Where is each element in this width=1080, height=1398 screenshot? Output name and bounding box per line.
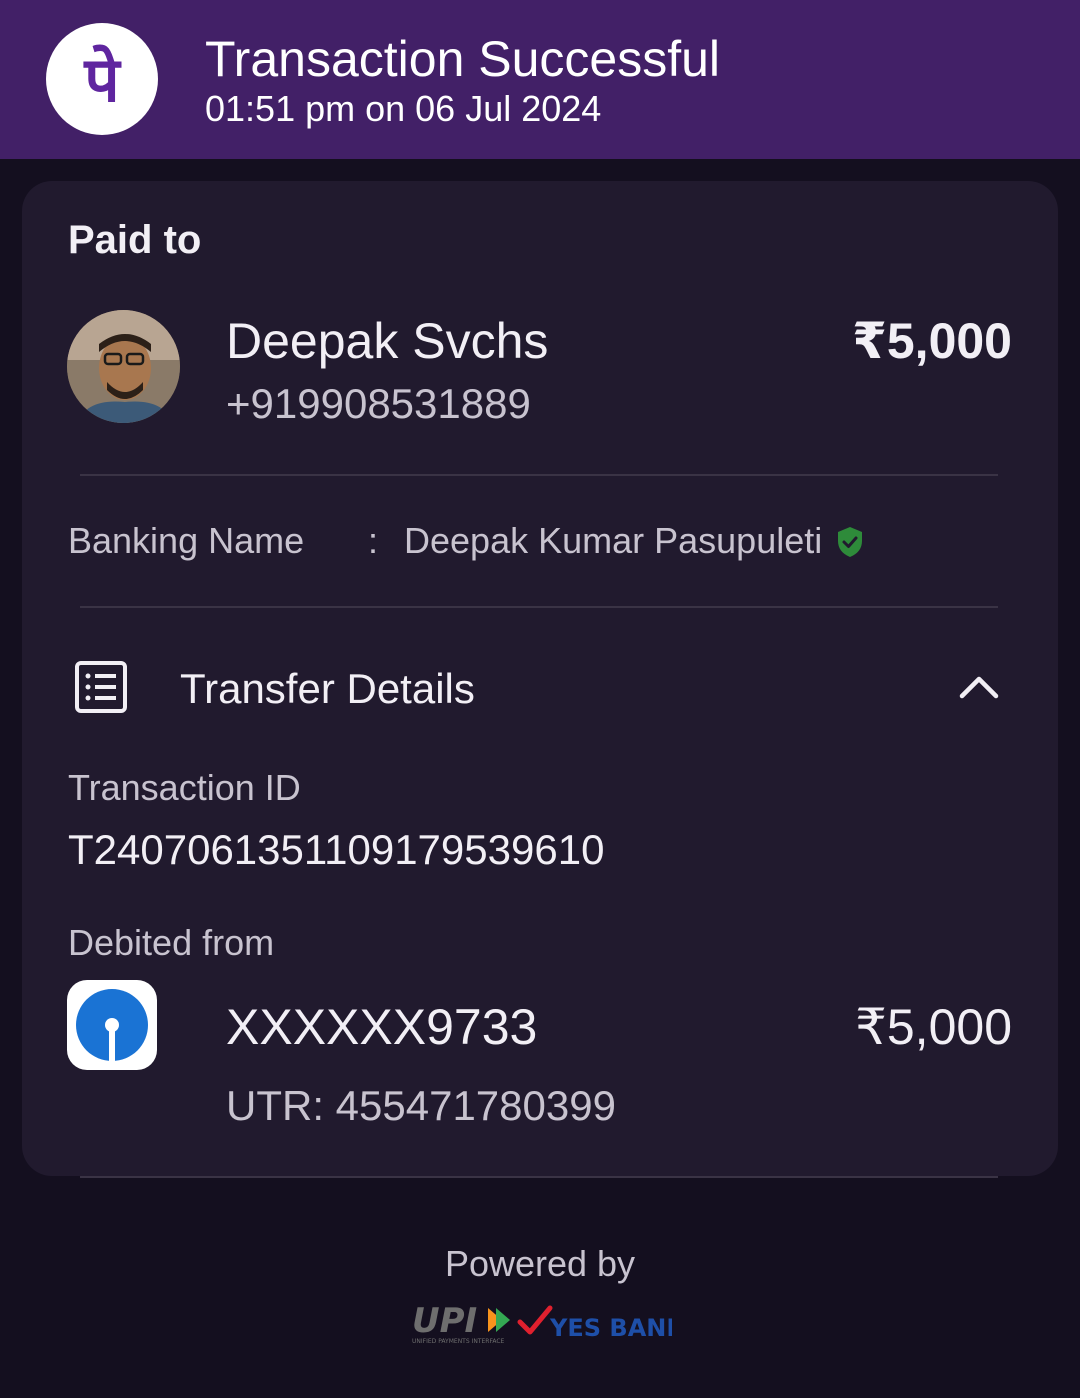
status-timestamp: 01:51 pm on 06 Jul 2024 — [205, 88, 602, 129]
payment-amount: ₹5,000 — [852, 313, 1012, 369]
divider — [80, 1176, 998, 1178]
avatar — [67, 310, 180, 423]
yes-bank-logo-text: YES BANK — [549, 1314, 672, 1342]
upi-tagline: UNIFIED PAYMENTS INTERFACE — [412, 1338, 505, 1345]
banking-name-label: Banking Name — [68, 520, 305, 561]
chevron-up-icon[interactable] — [958, 670, 1000, 702]
divider — [80, 474, 998, 476]
svg-text:पे: पे — [83, 43, 122, 116]
paid-to-label: Paid to — [68, 218, 202, 262]
payee-phone: +919908531889 — [226, 380, 531, 427]
transaction-id-value: T2407061351109179539610 — [68, 826, 605, 873]
banking-name-separator: : — [368, 520, 379, 561]
debit-amount: ₹5,000 — [855, 999, 1012, 1055]
status-title: Transaction Successful — [205, 31, 721, 87]
upi-yes-bank-logo: UPI UNIFIED PAYMENTS INTERFACE YES BANK — [410, 1300, 686, 1346]
transfer-details-title: Transfer Details — [180, 665, 475, 712]
verified-shield-icon — [836, 526, 864, 558]
receipt-list-icon — [74, 660, 128, 714]
divider — [80, 606, 998, 608]
debit-account-number: XXXXXX9733 — [226, 999, 538, 1055]
transaction-id-label: Transaction ID — [68, 767, 301, 808]
banking-name-value: Deepak Kumar Pasupuleti — [404, 520, 823, 561]
sbi-bank-logo-icon — [67, 980, 157, 1070]
phonepe-logo-icon: पे — [46, 23, 158, 135]
status-header: पे Transaction Successful 01:51 pm on 06… — [0, 0, 1080, 159]
payee-name: Deepak Svchs — [226, 313, 549, 369]
powered-by-label: Powered by — [444, 1243, 636, 1284]
utr-number: UTR: 455471780399 — [226, 1082, 616, 1129]
debited-from-label: Debited from — [68, 922, 275, 963]
upi-logo-text: UPI — [412, 1301, 477, 1341]
